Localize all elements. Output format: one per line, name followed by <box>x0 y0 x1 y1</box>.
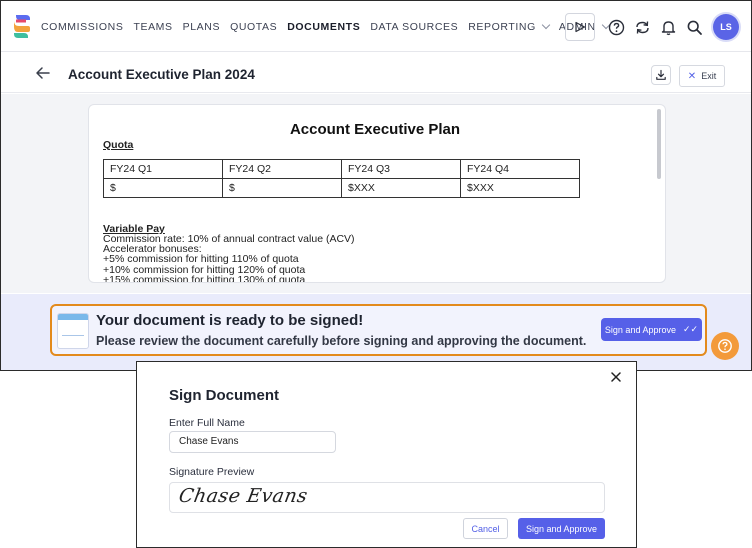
bell-icon[interactable] <box>658 17 678 37</box>
text-line: +15% commission for hitting 130% of quot… <box>103 273 306 283</box>
sign-and-approve-button[interactable]: Sign and Approve ✓✓ <box>601 318 702 341</box>
help-icon <box>718 339 732 353</box>
quota-table: FY24 Q1 FY24 Q2 FY24 Q3 FY24 Q4 $ $ $XXX… <box>103 159 580 198</box>
send-icon <box>575 21 586 33</box>
full-name-input[interactable]: Chase Evans <box>169 431 336 453</box>
signature-preview-text: Chase Evans <box>177 485 310 507</box>
signature-preview-label: Signature Preview <box>169 466 255 478</box>
banner-title: Your document is ready to be signed! <box>96 312 364 329</box>
quota-table-value-row: $ $ $XXX $XXX <box>103 178 580 198</box>
variable-pay-text: Commission rate: 10% of annual contract … <box>103 234 355 283</box>
table-cell: FY24 Q2 <box>222 159 342 179</box>
document-scrollbar[interactable] <box>657 109 661 179</box>
nav-actions: LS <box>565 11 739 43</box>
full-name-label: Enter Full Name <box>169 417 245 429</box>
sign-document-modal: Sign Document Enter Full Name Chase Evan… <box>136 361 637 548</box>
table-cell: FY24 Q1 <box>103 159 223 179</box>
sync-icon[interactable] <box>632 17 652 37</box>
cancel-button[interactable]: Cancel <box>463 518 508 539</box>
sign-banner: Your document is ready to be signed! Ple… <box>50 304 707 356</box>
exit-button[interactable]: ✕ Exit <box>679 65 725 87</box>
signature-preview-box: Chase Evans <box>169 482 605 513</box>
app-logo-icon[interactable] <box>12 13 32 39</box>
document-page: Account Executive Plan Quota FY24 Q1 FY2… <box>88 104 666 283</box>
chevron-down-icon <box>541 20 551 29</box>
double-check-icon: ✓✓ <box>682 324 699 334</box>
document-thumbnail-icon <box>57 313 89 349</box>
table-cell: FY24 Q3 <box>341 159 461 179</box>
nav-item-documents[interactable]: DOCUMENTS <box>287 21 360 33</box>
table-cell: FY24 Q4 <box>460 159 580 179</box>
nav-item-plans[interactable]: PLANS <box>183 21 220 33</box>
nav-item-commissions[interactable]: COMMISSIONS <box>41 21 123 33</box>
download-icon <box>656 69 666 80</box>
app-window: COMMISSIONS TEAMS PLANS QUOTAS DOCUMENTS… <box>0 0 752 371</box>
modal-sign-and-approve-button[interactable]: Sign and Approve <box>518 518 605 539</box>
quota-heading: Quota <box>103 139 134 151</box>
search-icon[interactable] <box>684 17 704 37</box>
help-chat-button[interactable] <box>711 332 739 360</box>
page-header: Account Executive Plan 2024 ✕ Exit <box>1 53 751 93</box>
modal-title: Sign Document <box>169 387 280 404</box>
table-cell: $ <box>222 178 342 198</box>
banner-subtitle: Please review the document carefully bef… <box>96 334 587 348</box>
table-cell: $XXX <box>341 178 461 198</box>
document-title: Account Executive Plan <box>289 121 461 138</box>
close-icon[interactable] <box>609 370 623 384</box>
table-cell: $XXX <box>460 178 580 198</box>
table-cell: $ <box>103 178 223 198</box>
close-icon: ✕ <box>687 70 697 82</box>
document-viewer[interactable]: Account Executive Plan Quota FY24 Q1 FY2… <box>1 94 751 293</box>
nav-item-quotas[interactable]: QUOTAS <box>230 21 277 33</box>
quota-table-header-row: FY24 Q1 FY24 Q2 FY24 Q3 FY24 Q4 <box>103 159 580 179</box>
nav-menu: COMMISSIONS TEAMS PLANS QUOTAS DOCUMENTS… <box>41 1 619 52</box>
nav-item-data-sources[interactable]: DATA SOURCES <box>370 21 458 33</box>
nav-item-reporting[interactable]: REPORTING <box>468 20 551 33</box>
nav-item-teams[interactable]: TEAMS <box>133 21 172 33</box>
page-title: Account Executive Plan 2024 <box>68 67 255 82</box>
user-avatar[interactable]: LS <box>713 14 739 40</box>
help-icon[interactable] <box>606 17 626 37</box>
top-nav: COMMISSIONS TEAMS PLANS QUOTAS DOCUMENTS… <box>1 1 751 52</box>
download-button[interactable] <box>651 65 671 85</box>
sign-banner-area: Your document is ready to be signed! Ple… <box>1 294 751 370</box>
back-arrow-icon[interactable] <box>35 65 51 81</box>
send-button[interactable] <box>565 13 595 41</box>
